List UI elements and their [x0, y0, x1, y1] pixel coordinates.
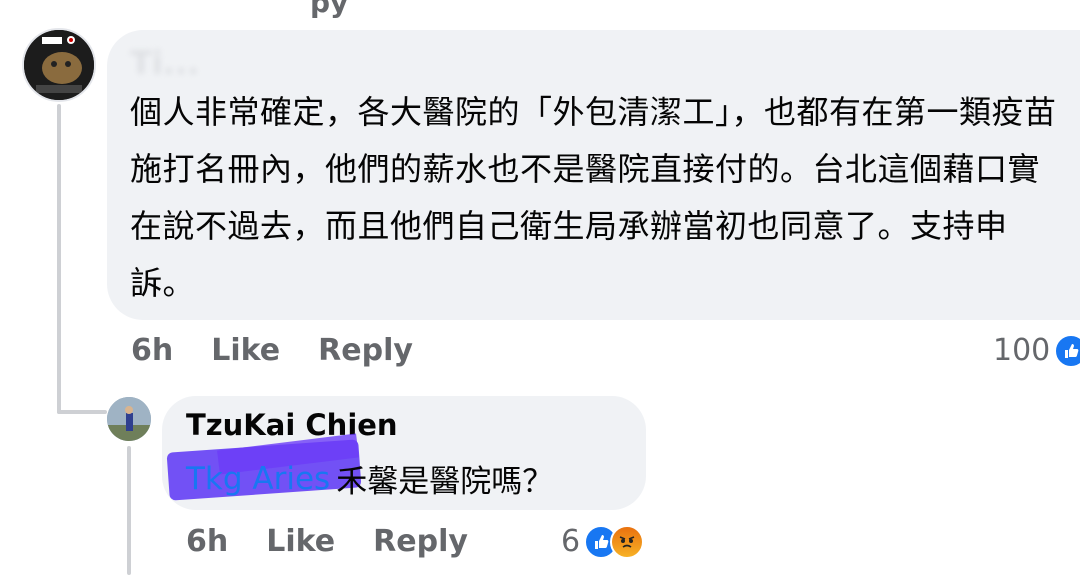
reply-text: 禾馨是醫院嗎？ — [336, 464, 554, 500]
reaction-count: 6 — [561, 524, 581, 559]
reply-author-name[interactable]: TzuKai Chien — [186, 408, 398, 442]
avatar[interactable] — [22, 28, 96, 102]
reply-actions: 6h Like Reply — [186, 524, 506, 559]
reaction-summary[interactable]: 100 — [993, 333, 1080, 368]
like-icon — [1054, 333, 1080, 368]
reply-text-line: Tkg Aries 禾馨是醫院嗎？ — [186, 456, 553, 501]
thread-line — [57, 104, 61, 414]
reply-reaction-summary[interactable]: 6 — [561, 524, 645, 559]
angry-icon — [610, 524, 645, 559]
reply-time[interactable]: 6h — [186, 524, 228, 559]
reply-button[interactable]: Reply — [318, 333, 413, 368]
reply-thread-line — [127, 446, 131, 575]
reply-like-button[interactable]: Like — [266, 524, 335, 559]
like-button[interactable]: Like — [211, 333, 280, 368]
reaction-count: 100 — [993, 333, 1051, 368]
comment-time[interactable]: 6h — [131, 333, 173, 368]
reply-reply-button[interactable]: Reply — [373, 524, 468, 559]
comment-text: 個人非常確定，各大醫院的「外包清潔工」，也都有在第一類疫苗施打名冊內，他們的薪水… — [130, 93, 1057, 302]
thread-connector — [57, 410, 107, 414]
reply-avatar[interactable] — [107, 397, 151, 441]
comment-author-name[interactable]: Ti... — [130, 44, 300, 82]
previous-comment-fragment: py — [310, 0, 349, 19]
mention-link[interactable]: Tkg Aries — [186, 461, 330, 497]
comment-actions: 6h Like Reply — [131, 333, 451, 368]
